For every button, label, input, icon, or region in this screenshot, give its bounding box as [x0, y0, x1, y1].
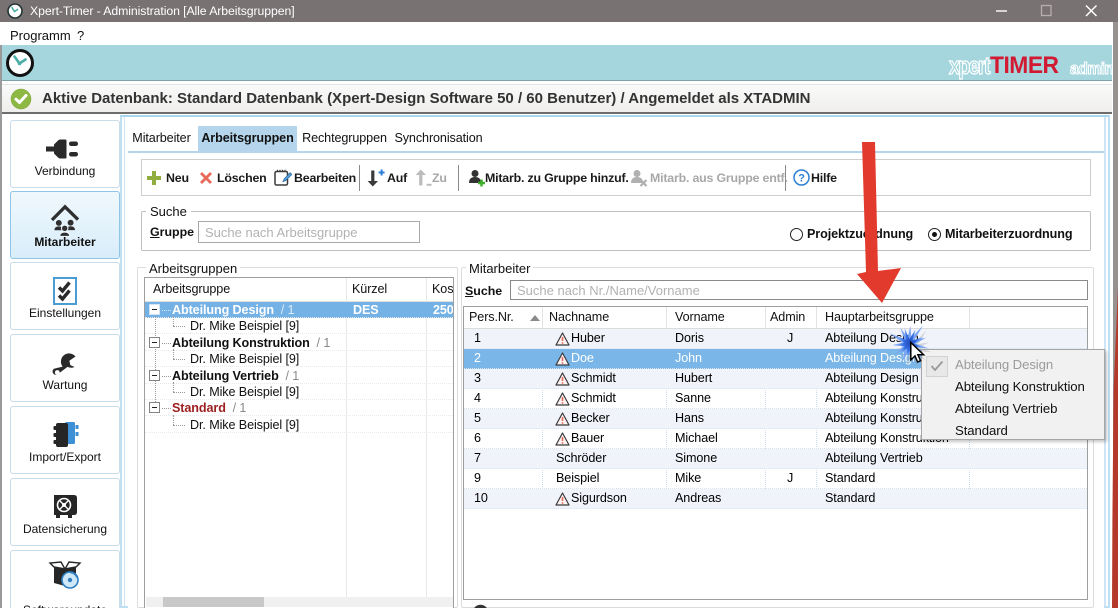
- svg-text:?: ?: [798, 173, 805, 185]
